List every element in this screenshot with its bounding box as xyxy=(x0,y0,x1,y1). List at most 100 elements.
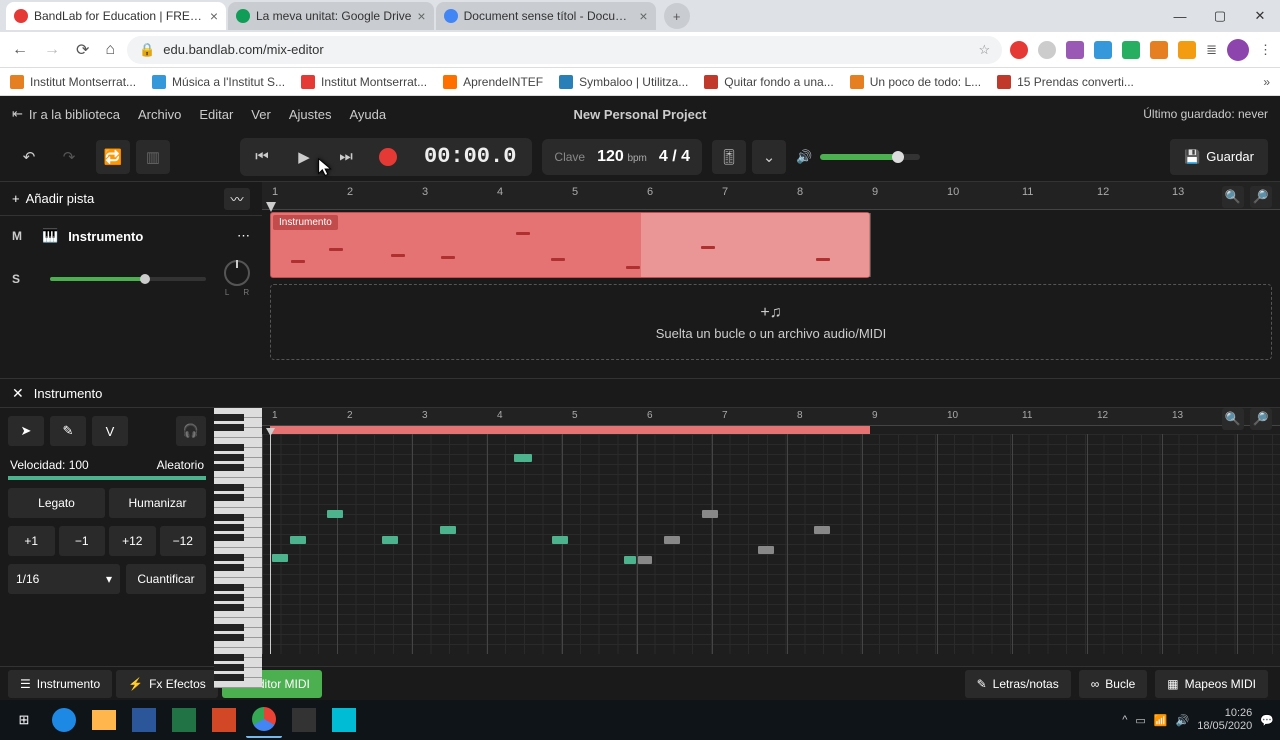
extension-icon[interactable] xyxy=(1066,41,1084,59)
tray-volume-icon[interactable]: 🔊 xyxy=(1176,714,1190,727)
piano-keyboard[interactable]: C5C4C3C2 xyxy=(214,408,262,666)
extension-icon[interactable] xyxy=(1010,41,1028,59)
menu-ajustes[interactable]: Ajustes xyxy=(289,107,332,122)
menu-editar[interactable]: Editar xyxy=(199,107,233,122)
tray-battery-icon[interactable]: ▭ xyxy=(1135,714,1145,727)
editor-zoom-in[interactable]: 🔎 xyxy=(1250,408,1272,430)
piano-roll-grid[interactable]: 12345678910111213 🔍 🔎 xyxy=(262,408,1280,666)
zoom-in-button[interactable]: 🔎 xyxy=(1250,186,1272,208)
tab-mappings[interactable]: ▦Mapeos MIDI xyxy=(1155,670,1268,698)
library-link[interactable]: ⇤ Ir a la biblioteca xyxy=(12,106,120,122)
pointer-tool[interactable]: ➤ xyxy=(8,416,44,446)
tab-loop[interactable]: ∞Bucle xyxy=(1079,670,1148,698)
quantize-button[interactable]: Cuantificar xyxy=(126,564,206,594)
browser-tab[interactable]: Document sense títol - Docume... × xyxy=(436,2,656,30)
extension-icon[interactable] xyxy=(1094,41,1112,59)
play-button[interactable]: ▶ xyxy=(284,140,324,174)
taskbar-app-icon[interactable] xyxy=(326,702,362,738)
dropdown-icon[interactable]: ⌄ xyxy=(752,140,786,174)
midi-note[interactable] xyxy=(382,536,398,544)
extension-icon[interactable] xyxy=(1150,41,1168,59)
midi-note[interactable] xyxy=(702,510,718,518)
taskbar-chrome-icon[interactable] xyxy=(246,702,282,738)
skip-end-button[interactable]: ⏭ xyxy=(326,140,366,174)
extension-icon[interactable] xyxy=(1178,41,1196,59)
solo-button[interactable]: S xyxy=(12,272,32,286)
audition-button[interactable]: 🎧 xyxy=(176,416,206,446)
quantize-select[interactable]: 1/16▾ xyxy=(8,564,120,594)
drop-zone[interactable]: +♫ Suelta un bucle o un archivo audio/MI… xyxy=(270,284,1272,360)
menu-ver[interactable]: Ver xyxy=(251,107,271,122)
bookmark-item[interactable]: AprendeINTEF xyxy=(443,75,543,89)
minimize-button[interactable]: — xyxy=(1160,0,1200,32)
master-volume[interactable]: 🔊 xyxy=(796,149,920,165)
midi-note[interactable] xyxy=(638,556,652,564)
taskbar-explorer-icon[interactable] xyxy=(86,702,122,738)
pencil-tool[interactable]: ✎ xyxy=(50,416,86,446)
undo-button[interactable]: ↶ xyxy=(12,140,46,174)
mute-button[interactable]: M xyxy=(12,229,32,243)
midi-clip[interactable]: Instrumento xyxy=(270,212,870,278)
transpose-up1[interactable]: +1 xyxy=(8,526,55,556)
tab-close-icon[interactable]: × xyxy=(210,8,218,24)
velocity-slider[interactable] xyxy=(8,476,206,480)
taskbar-ie-icon[interactable] xyxy=(46,702,82,738)
extension-icon[interactable] xyxy=(1038,41,1056,59)
tab-close-icon[interactable]: × xyxy=(639,8,647,24)
add-track-button[interactable]: + Añadir pista 〰 xyxy=(0,182,262,216)
midi-note[interactable] xyxy=(624,556,636,564)
start-button[interactable]: ⊞ xyxy=(6,702,42,738)
midi-note[interactable] xyxy=(552,536,568,544)
reload-button[interactable]: ⟳ xyxy=(72,38,93,62)
home-button[interactable]: ⌂ xyxy=(101,39,119,61)
tab-instrument[interactable]: ☰Instrumento xyxy=(8,670,112,698)
maximize-button[interactable]: ▢ xyxy=(1200,0,1240,32)
taskbar-excel-icon[interactable] xyxy=(166,702,202,738)
menu-ayuda[interactable]: Ayuda xyxy=(349,107,386,122)
tab-close-icon[interactable]: × xyxy=(417,8,425,24)
midi-note[interactable] xyxy=(272,554,288,562)
forward-button[interactable]: → xyxy=(40,39,64,61)
save-button[interactable]: 💾 Guardar xyxy=(1170,139,1268,175)
record-button[interactable] xyxy=(368,140,408,174)
bookmark-item[interactable]: Symbaloo | Utilitza... xyxy=(559,75,688,89)
transpose-down1[interactable]: −1 xyxy=(59,526,106,556)
taskbar-clock[interactable]: 10:26 18/05/2020 xyxy=(1197,707,1252,733)
midi-note[interactable] xyxy=(440,526,456,534)
menu-icon[interactable]: ⋮ xyxy=(1259,42,1272,58)
bookmark-item[interactable]: Quitar fondo a una... xyxy=(704,75,833,89)
bookmarks-overflow-icon[interactable]: » xyxy=(1263,75,1270,89)
random-button[interactable]: Aleatorio xyxy=(157,458,204,472)
bookmark-item[interactable]: Institut Montserrat... xyxy=(301,75,427,89)
timeline-ruler[interactable]: 12345678910111213 🔍 🔎 xyxy=(262,182,1280,210)
taskbar-powerpoint-icon[interactable] xyxy=(206,702,242,738)
metronome-button[interactable]: ▥ xyxy=(136,140,170,174)
zoom-out-button[interactable]: 🔍 xyxy=(1222,186,1244,208)
legato-button[interactable]: Legato xyxy=(8,488,105,518)
new-tab-button[interactable]: + xyxy=(664,3,690,29)
midi-note[interactable] xyxy=(814,526,830,534)
loop-toggle-button[interactable]: 🔁 xyxy=(96,140,130,174)
back-button[interactable]: ← xyxy=(8,39,32,61)
redo-button[interactable]: ↷ xyxy=(52,140,86,174)
midi-note[interactable] xyxy=(290,536,306,544)
bookmark-item[interactable]: Institut Montserrat... xyxy=(10,75,136,89)
browser-tab-active[interactable]: BandLab for Education | FREE A... × xyxy=(6,2,226,30)
track-volume-slider[interactable] xyxy=(50,277,206,281)
midi-note[interactable] xyxy=(758,546,774,554)
taskbar-app-icon[interactable] xyxy=(286,702,322,738)
address-bar[interactable]: 🔒 edu.bandlab.com/mix-editor ☆ xyxy=(127,36,1002,64)
timeline[interactable]: 12345678910111213 🔍 🔎 Instrumento xyxy=(262,182,1280,378)
profile-icon[interactable] xyxy=(1227,39,1249,61)
tab-fx[interactable]: ⚡Fx Efectos xyxy=(116,670,218,698)
humanize-button[interactable]: Humanizar xyxy=(109,488,206,518)
tray-chevron-icon[interactable]: ^ xyxy=(1122,714,1127,726)
track-menu-icon[interactable]: ⋯ xyxy=(237,228,250,244)
automation-icon[interactable]: 〰 xyxy=(224,188,250,210)
track-lane[interactable]: Instrumento xyxy=(262,210,1280,280)
tempo-panel[interactable]: Clave 120 bpm 4 / 4 xyxy=(542,139,702,175)
bookmark-item[interactable]: Música a l'Institut S... xyxy=(152,75,285,89)
metronome-icon[interactable]: 🎚 xyxy=(712,140,746,174)
tab-lyrics[interactable]: ✎Letras/notas xyxy=(965,670,1071,698)
midi-note[interactable] xyxy=(327,510,343,518)
